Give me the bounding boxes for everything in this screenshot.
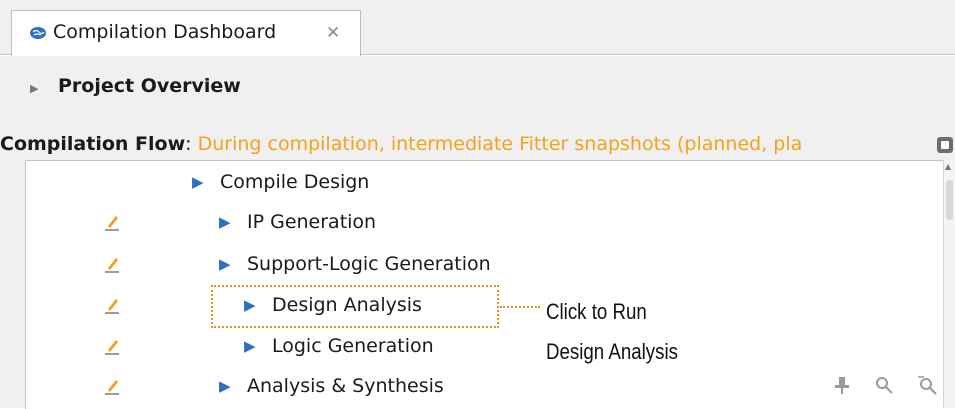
edit-settings-icon[interactable]	[104, 296, 120, 314]
callout-connector	[500, 306, 540, 308]
tree-item-analysis-synthesis[interactable]: ▶ Analysis & Synthesis	[219, 371, 444, 401]
brain-icon	[30, 27, 46, 39]
compilation-flow-header: Compilation Flow: During compilation, in…	[0, 133, 950, 159]
callout-line-2: Design Analysis	[546, 339, 679, 364]
close-icon[interactable]: ✕	[326, 23, 340, 43]
edit-settings-icon[interactable]	[104, 337, 120, 355]
compilation-flow-label: Compilation Flow	[0, 133, 186, 155]
edit-settings-icon[interactable]	[104, 255, 120, 273]
search-icon[interactable]	[874, 375, 894, 395]
run-triangle-icon[interactable]: ▶	[219, 377, 241, 395]
tree-item-label: Support-Logic Generation	[247, 253, 491, 275]
tab-title: Compilation Dashboard	[53, 21, 277, 43]
edit-settings-icon[interactable]	[104, 377, 120, 395]
tree-toolbar	[832, 372, 942, 398]
tab-compilation-dashboard[interactable]: Compilation Dashboard ✕	[11, 10, 361, 56]
compilation-flow-separator: :	[185, 133, 198, 155]
run-triangle-icon[interactable]: ▶	[192, 173, 214, 191]
tree-item-label: Analysis & Synthesis	[247, 375, 444, 397]
run-triangle-icon[interactable]: ▶	[219, 213, 241, 231]
tree-item-logic-generation[interactable]: ▶ Logic Generation	[244, 331, 434, 361]
tree-item-label: Logic Generation	[272, 335, 434, 357]
callout-annotation: Click to Run Design Analysis	[546, 292, 678, 372]
project-overview-header[interactable]: Project Overview	[58, 75, 241, 97]
run-triangle-icon[interactable]: ▶	[244, 337, 266, 355]
callout-line-1: Click to Run	[546, 299, 647, 324]
tree-item-support-logic-generation[interactable]: ▶ Support-Logic Generation	[219, 249, 491, 279]
zoom-fit-icon[interactable]	[916, 375, 938, 395]
tree-item-ip-generation[interactable]: ▶ IP Generation	[219, 207, 376, 237]
expand-arrow-icon[interactable]: ▶	[30, 82, 38, 95]
tree-item-compile-design[interactable]: ▶ Compile Design	[192, 167, 369, 197]
pin-icon[interactable]	[832, 375, 852, 395]
tree-item-label: Compile Design	[220, 171, 370, 193]
message-toggle-button[interactable]	[937, 137, 953, 153]
tab-bar: Compilation Dashboard ✕	[0, 0, 955, 56]
scrollbar-thumb[interactable]	[946, 180, 953, 220]
edit-settings-icon[interactable]	[104, 213, 120, 231]
compilation-flow-message: During compilation, intermediate Fitter …	[197, 133, 803, 155]
run-triangle-icon[interactable]: ▶	[219, 255, 241, 273]
tree-item-label: IP Generation	[247, 211, 377, 233]
vertical-scrollbar[interactable]: ▲	[943, 160, 955, 408]
design-analysis-highlight	[211, 285, 499, 328]
scroll-up-icon[interactable]: ▲	[945, 162, 951, 171]
